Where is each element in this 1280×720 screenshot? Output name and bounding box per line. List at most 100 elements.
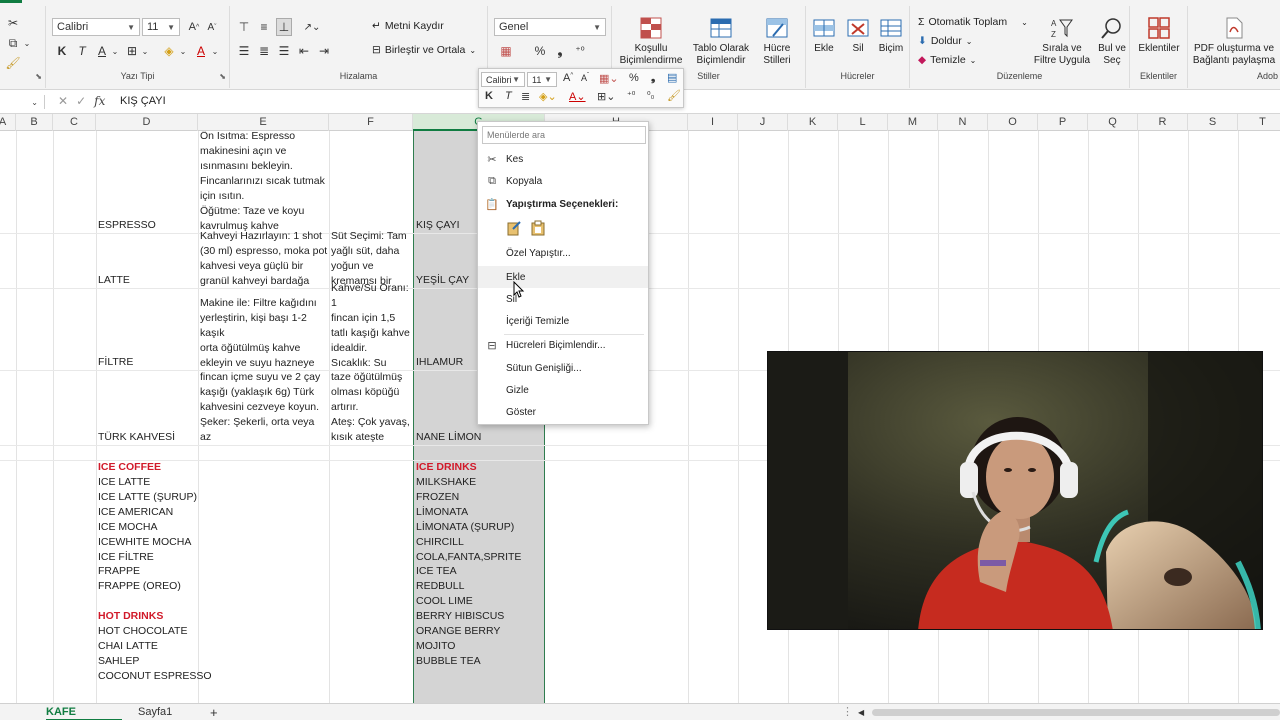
align-right-icon[interactable]: ☰ [276, 42, 292, 60]
menu-item-format-cells[interactable]: ⊟ Hücreleri Biçimlendir... [478, 334, 648, 356]
fill-button[interactable]: ⬇ Doldur ⌄ [918, 35, 972, 47]
cell-d-hot-drinks-item-2[interactable]: SAHLEP [98, 654, 139, 669]
borders-icon[interactable]: ⊞ [124, 42, 140, 60]
launcher-icon[interactable]: ⬊ [219, 72, 226, 81]
mini-bold-button[interactable]: K [485, 90, 493, 102]
enter-icon[interactable]: ✓ [76, 94, 86, 108]
fill-color-icon[interactable]: ◈⌄ [539, 90, 557, 103]
chevron-down-icon[interactable]: ⌄ [178, 42, 188, 60]
horizontal-scrollbar[interactable] [872, 709, 1280, 716]
font-color-icon[interactable]: A [192, 42, 210, 60]
paste-icon[interactable] [530, 220, 546, 236]
sheet-tab-kafe-menusu[interactable]: KAFE MENÜSÜ [46, 704, 122, 720]
menu-item-copy[interactable]: ⧉ Kopyala [478, 170, 648, 192]
align-top-icon[interactable]: ⊤ [236, 18, 252, 36]
clear-button[interactable]: ◆ Temizle ⌄ [918, 54, 976, 66]
cell-g-ice-drinks-item-11[interactable]: MOJITO [416, 639, 455, 654]
sheet-tab-sayfa1[interactable]: Sayfa1 [138, 704, 178, 720]
cancel-icon[interactable]: ✕ [58, 94, 68, 108]
column-header-c[interactable]: C [53, 114, 96, 131]
column-header-k[interactable]: K [788, 114, 838, 131]
merge-center-button[interactable]: ⊟ Birleştir ve Ortala ⌄ [372, 44, 476, 56]
increase-decimal-icon[interactable]: ⁺⁰ [627, 90, 635, 101]
column-header-b[interactable]: B [16, 114, 53, 131]
cell-g-nane-limon[interactable]: NANE LİMON [416, 430, 481, 445]
cell-d-hot-drinks-item-1[interactable]: CHAI LATTE [98, 639, 158, 654]
cell-g-ice-drinks-item-10[interactable]: ORANGE BERRY [416, 624, 500, 639]
column-header-p[interactable]: P [1038, 114, 1088, 131]
column-header-d[interactable]: D [96, 114, 198, 131]
column-header-r[interactable]: R [1138, 114, 1188, 131]
menu-item-clear-contents[interactable]: İçeriği Temizle [478, 310, 648, 332]
column-header-e[interactable]: E [198, 114, 329, 131]
comma-style-icon[interactable]: ❟ [651, 72, 655, 85]
addins-button[interactable]: Eklentiler [1132, 16, 1186, 55]
cell-g-ice-drinks-item-7[interactable]: REDBULL [416, 579, 464, 594]
column-header-o[interactable]: O [988, 114, 1038, 131]
cell-d-ice-coffee-item-2[interactable]: ICE AMERICAN [98, 505, 173, 520]
cell-d-hot-drinks-item-3[interactable]: COCONUT ESPRESSO [98, 669, 212, 684]
cell-g-ice-drinks-item-1[interactable]: FROZEN [416, 490, 459, 505]
menu-item-unhide[interactable]: Göster [478, 401, 648, 423]
increase-decimal-icon[interactable]: ⁺⁰ [572, 42, 588, 60]
cell-g-ice-drinks-item-4[interactable]: CHIRCILL [416, 535, 464, 550]
decrease-decimal-icon[interactable]: ⁰₀ [647, 90, 654, 101]
decrease-indent-icon[interactable]: ⇤ [296, 42, 312, 60]
column-header-a[interactable]: A [0, 114, 16, 131]
format-painter-icon[interactable]: 🖌 [5, 56, 20, 70]
percent-button[interactable]: % [532, 42, 548, 60]
font-color-icon[interactable]: A⌄ [569, 90, 586, 103]
format-table-icon[interactable]: ▤ [667, 71, 677, 84]
cell-g-kis-cayi[interactable]: KIŞ ÇAYI [416, 218, 460, 233]
cell-styles-button[interactable]: Hücre Stilleri [752, 16, 802, 67]
cell-d-ice-coffee-item-6[interactable]: FRAPPE [98, 564, 140, 579]
wrap-text-button[interactable]: ↵ Metni Kaydır [372, 20, 444, 32]
menu-item-delete[interactable]: Sil [478, 288, 648, 310]
fill-color-icon[interactable]: ◈ [160, 42, 178, 60]
format-as-table-button[interactable]: Tablo Olarak Biçimlendir [690, 16, 752, 67]
font-name-combo[interactable]: Calibri ▼ [52, 18, 140, 36]
menu-item-column-width[interactable]: Sütun Genişliği... [478, 357, 648, 379]
copy-icon[interactable]: ⧉ [4, 36, 22, 50]
grow-font-icon[interactable]: A^ [563, 72, 573, 84]
cell-d-hot-drinks-item-0[interactable]: HOT CHOCOLATE [98, 624, 187, 639]
insert-cells-button[interactable]: Ekle [806, 16, 842, 55]
column-header-f[interactable]: F [329, 114, 413, 131]
cell-e-filtre-notes[interactable]: Makine ile: Filtre kağıdını yerleştirin,… [200, 296, 328, 370]
font-size-combo[interactable]: 11 ▼ [142, 18, 180, 36]
cell-d-ice-coffee-header[interactable]: ICE COFFEE [98, 460, 161, 475]
sort-filter-button[interactable]: AZ Sırala ve Filtre Uygula [1030, 16, 1094, 67]
underline-button[interactable]: A [94, 42, 110, 60]
mini-font-combo[interactable]: Calibri ▼ [481, 72, 525, 87]
find-select-button[interactable]: Bul ve Seç [1094, 16, 1130, 67]
borders-icon[interactable]: ⊞⌄ [597, 90, 615, 103]
chevron-down-icon[interactable]: ⌄ [140, 42, 150, 60]
number-format-combo[interactable]: Genel ▼ [494, 18, 606, 36]
cell-d-turk-kahvesi[interactable]: TÜRK KAHVESİ [98, 430, 175, 445]
grow-font-icon[interactable]: A^ [186, 18, 202, 36]
cell-f-filtre-notes[interactable]: Kahve/Su Oranı: 1 fincan için 1,5 tatlı … [331, 281, 413, 370]
align-middle-icon[interactable]: ≡ [256, 18, 272, 36]
cell-f-turk-notes[interactable]: taze öğütülmüş olması köpüğü artırır. At… [331, 370, 413, 445]
cell-g-ice-drinks-item-9[interactable]: BERRY HIBISCUS [416, 609, 504, 624]
paste-formatting-icon[interactable] [506, 220, 522, 236]
cell-e-espresso-notes[interactable]: Ön Isıtma: Espresso makinesini açın ve ı… [200, 131, 328, 233]
accounting-icon[interactable]: ▦⌄ [599, 72, 619, 85]
cell-d-filtre[interactable]: FİLTRE [98, 355, 133, 370]
cell-e-latte-notes[interactable]: Kahveyi Hazırlayın: 1 shot (30 ml) espre… [200, 229, 328, 288]
delete-cells-button[interactable]: Sil [840, 16, 876, 55]
align-bottom-icon[interactable]: ⊥ [276, 18, 292, 36]
column-header-n[interactable]: N [938, 114, 988, 131]
cell-d-ice-coffee-item-7[interactable]: FRAPPE (OREO) [98, 579, 181, 594]
format-painter-icon[interactable]: 🖌 [667, 89, 681, 102]
cell-d-hot-drinks-header[interactable]: HOT DRINKS [98, 609, 163, 624]
accounting-icon[interactable]: ▦ [496, 42, 516, 60]
align-left-icon[interactable]: ☰ [236, 42, 252, 60]
launcher-icon[interactable]: ⬊ [35, 72, 42, 81]
increase-indent-icon[interactable]: ⇥ [316, 42, 332, 60]
cell-g-ice-drinks-item-12[interactable]: BUBBLE TEA [416, 654, 481, 669]
column-header-q[interactable]: Q [1088, 114, 1138, 131]
shrink-font-icon[interactable]: Aˇ [204, 18, 220, 36]
column-header-t[interactable]: T [1238, 114, 1280, 131]
pdf-share-button[interactable]: PDF oluşturma ve Bağlantı paylaşma [1190, 16, 1278, 67]
